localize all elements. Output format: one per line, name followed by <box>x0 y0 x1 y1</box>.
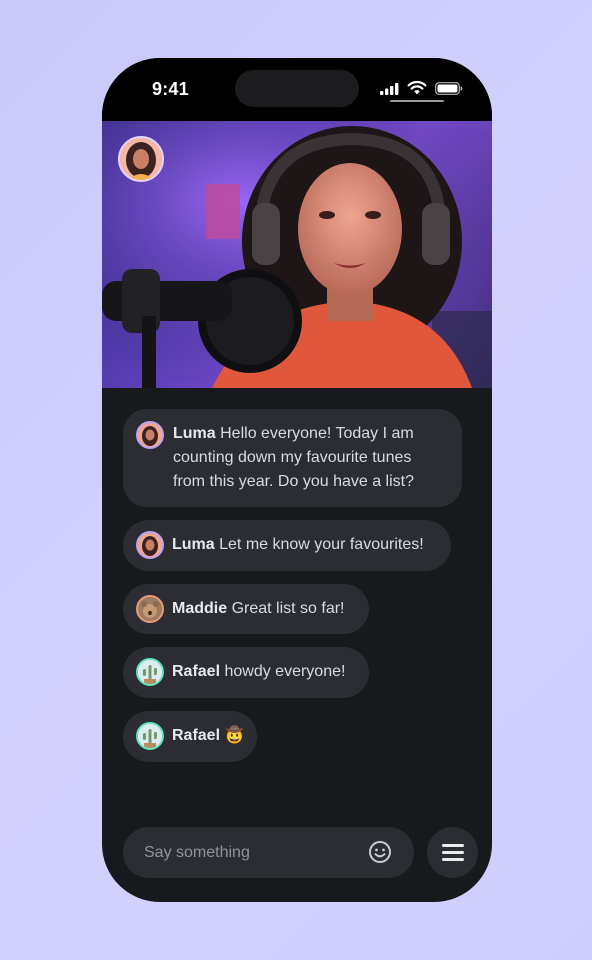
message-text: howdy everyone! <box>224 663 346 680</box>
chat-message: Rafael howdy everyone! <box>123 647 369 698</box>
dynamic-island <box>235 70 359 107</box>
message-text: Let me know your favourites! <box>219 536 424 553</box>
avatar-luma <box>136 531 164 559</box>
chat-message: Luma Let me know your favourites! <box>123 520 451 571</box>
avatar-maddie <box>136 595 164 623</box>
status-time: 9:41 <box>152 79 189 99</box>
menu-icon-bar <box>442 858 464 861</box>
phone-frame: 9:41 Luma Hello everyone! Today I am cou… <box>102 58 492 902</box>
menu-icon-bar <box>442 851 464 854</box>
message-emoji: 🤠 <box>224 727 245 744</box>
emoji-icon[interactable] <box>368 840 392 864</box>
battery-icon <box>435 82 463 95</box>
host-avatar-image <box>120 138 162 180</box>
wifi-icon <box>407 80 427 95</box>
menu-icon <box>442 844 464 847</box>
message-author: Rafael <box>172 663 221 680</box>
message-author: Luma <box>172 536 215 553</box>
message-text: Great list so far! <box>231 600 345 617</box>
message-input[interactable] <box>123 827 374 878</box>
avatar-rafael <box>136 658 164 686</box>
chat-message: Luma Hello everyone! Today I am counting… <box>123 409 462 507</box>
message-composer[interactable] <box>123 827 414 878</box>
host-avatar[interactable] <box>118 136 164 182</box>
message-author: Rafael <box>172 727 221 744</box>
status-bar: 9:41 <box>102 58 492 121</box>
home-indicator <box>390 100 444 102</box>
signal-icon <box>380 83 399 95</box>
message-author: Luma <box>173 425 216 442</box>
avatar-rafael <box>136 722 164 750</box>
message-author: Maddie <box>172 600 228 617</box>
avatar-luma <box>136 421 164 449</box>
menu-button[interactable] <box>427 827 478 878</box>
chat-message: Rafael 🤠 <box>123 711 257 762</box>
chat-message: Maddie Great list so far! <box>123 584 369 634</box>
